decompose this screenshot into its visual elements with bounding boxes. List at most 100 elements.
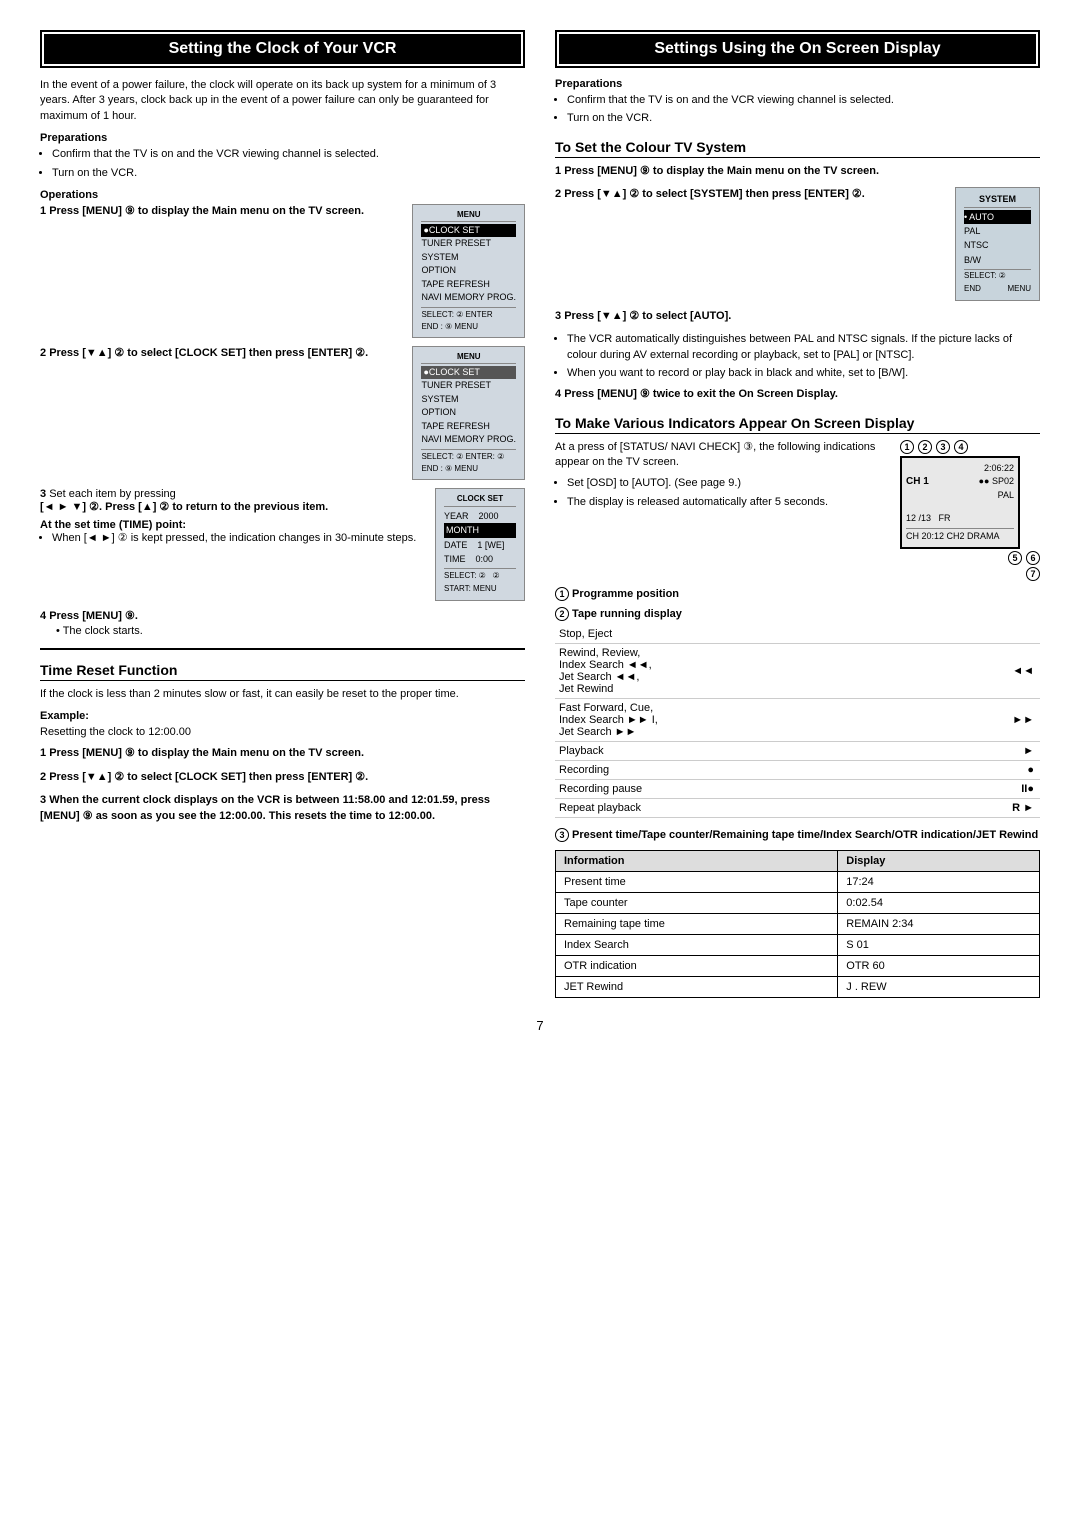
colour-step-3: 3 Press [▼▲] ② to select [AUTO]. <box>555 309 1040 324</box>
ann-4: 4 <box>954 440 968 454</box>
sys-footer: SELECT: ② <box>964 269 1031 283</box>
ind-note-2: The display is released automatically af… <box>567 495 888 510</box>
time-reset-intro: If the clock is less than 2 minutes slow… <box>40 687 525 702</box>
ann-1: 1 <box>900 440 914 454</box>
present-time-label: 3 Present time/Tape counter/Remaining ta… <box>555 828 1040 842</box>
indicators-text: At a press of [STATUS/ NAVI CHECK] ③, th… <box>555 440 888 517</box>
tape-sym-2: ►► <box>929 699 1041 742</box>
step-4-sub: • The clock starts. <box>40 624 525 639</box>
osd-top: CH 1 2:06:22 ●● SP02 PAL <box>906 462 1014 503</box>
info-info-1: Tape counter <box>556 893 838 914</box>
left-intro: In the event of a power failure, the clo… <box>40 78 525 124</box>
tape-table: Stop, Eject Rewind, Review,Index Search … <box>555 625 1040 818</box>
tape-row-5: Recording pause II● <box>555 780 1040 799</box>
tape-desc-0: Stop, Eject <box>555 625 929 644</box>
indicators-intro: At a press of [STATUS/ NAVI CHECK] ③, th… <box>555 440 888 471</box>
preparations-label-right: Preparations <box>555 78 1040 90</box>
menu-screen-1: MENU ●CLOCK SET TUNER PRESET SYSTEM OPTI… <box>412 204 525 338</box>
annotations-right: 5 6 <box>900 551 1040 565</box>
colour-step-1: 1 Press [MENU] ⑨ to display the Main men… <box>555 164 1040 179</box>
ann-5: 5 <box>1008 551 1022 565</box>
sys-title: SYSTEM <box>964 192 1031 207</box>
example-label: Example: <box>40 710 525 722</box>
step-4: 4 Press [MENU] ⑨. • The clock starts. <box>40 609 525 640</box>
step-3-notes: When [◄ ►] ② is kept pressed, the indica… <box>40 531 427 546</box>
info-row-2: Remaining tape time REMAIN 2:34 <box>556 914 1040 935</box>
tape-row-4: Recording ● <box>555 761 1040 780</box>
info-info-4: OTR indication <box>556 956 838 977</box>
tape-desc-3: Playback <box>555 742 929 761</box>
info-header-display: Display <box>838 851 1040 872</box>
operations-label: Operations <box>40 189 525 201</box>
info-display-2: REMAIN 2:34 <box>838 914 1040 935</box>
info-display-5: J . REW <box>838 977 1040 998</box>
tr-step-1: 1 Press [MENU] ⑨ to display the Main men… <box>40 746 525 761</box>
info-info-2: Remaining tape time <box>556 914 838 935</box>
osd-bottom: 12 /13 FR <box>906 512 1014 526</box>
tr-step-2: 2 Press [▼▲] ② to select [CLOCK SET] the… <box>40 770 525 785</box>
osd-ch2: CH 20:12 CH2 DRAMA <box>906 528 1014 544</box>
colour-step-2-row: 2 Press [▼▲] ② to select [SYSTEM] then p… <box>555 187 1040 301</box>
tape-desc-6: Repeat playback <box>555 799 929 818</box>
osd-spep: ●● SP02 <box>979 475 1014 489</box>
annotations-7: 7 <box>900 567 1040 581</box>
step-1-desc: Press [MENU] ⑨ to display the Main menu … <box>49 205 364 217</box>
sys-footer2: ENDMENU <box>964 283 1031 296</box>
tape-row-2: Fast Forward, Cue,Index Search ►► I,Jet … <box>555 699 1040 742</box>
tape-sym-1: ◄◄ <box>929 644 1041 699</box>
auto-notes: The VCR automatically distinguishes betw… <box>555 332 1040 381</box>
step-3-row: 3 Set each item by pressing [◄ ► ▼] ②. P… <box>40 488 525 601</box>
step-4-text: Press [MENU] ⑨. <box>49 610 138 622</box>
page-number: 7 <box>40 1018 1040 1033</box>
right-prep-1: Confirm that the TV is on and the VCR vi… <box>567 93 1040 108</box>
step-2-desc: Press [▼▲] ② to select [CLOCK SET] then … <box>49 347 368 359</box>
sys-pal: PAL <box>964 224 1031 238</box>
tape-desc-4: Recording <box>555 761 929 780</box>
info-info-0: Present time <box>556 872 838 893</box>
auto-note-2: When you want to record or play back in … <box>567 366 1040 381</box>
system-screen: SYSTEM • AUTO PAL NTSC B/W SELECT: ② END… <box>955 187 1040 301</box>
colour-step-1-text: Press [MENU] ⑨ to display the Main menu … <box>564 165 879 177</box>
right-section-border: Settings Using the On Screen Display <box>555 30 1040 68</box>
tape-sym-3: ► <box>929 742 1041 761</box>
menu-screen-2: MENU ●CLOCK SET TUNER PRESET SYSTEM OPTI… <box>412 346 525 480</box>
tr-step-3: 3 When the current clock displays on the… <box>40 793 525 824</box>
colour-step-2-text: 2 Press [▼▲] ② to select [SYSTEM] then p… <box>555 187 947 200</box>
preparations-label-left: Preparations <box>40 132 525 144</box>
info-display-3: S 01 <box>838 935 1040 956</box>
tape-row-0: Stop, Eject <box>555 625 1040 644</box>
tape-sym-0 <box>929 625 1041 644</box>
osd-date: 12 /13 FR <box>906 512 951 526</box>
tape-sym-6: R ► <box>929 799 1041 818</box>
tape-desc-5: Recording pause <box>555 780 929 799</box>
osd-diagram: CH 1 2:06:22 ●● SP02 PAL 12 /13 FR CH 20… <box>900 456 1020 550</box>
step-1-text: 1 Press [MENU] ⑨ to display the Main men… <box>40 204 404 217</box>
tape-desc-1: Rewind, Review,Index Search ◄◄,Jet Searc… <box>555 644 929 699</box>
ind-note-1: Set [OSD] to [AUTO]. (See page 9.) <box>567 476 888 491</box>
info-row-1: Tape counter 0:02.54 <box>556 893 1040 914</box>
tr-step-1-text: Press [MENU] ⑨ to display the Main menu … <box>49 747 364 759</box>
colour-tv-title: To Set the Colour TV System <box>555 139 1040 158</box>
osd-time: 2:06:22 <box>979 462 1014 476</box>
colour-step-3-text: Press [▼▲] ② to select [AUTO]. <box>564 310 731 322</box>
osd-ch: CH 1 <box>906 474 929 489</box>
osd-diagram-container: 1 2 3 4 CH 1 2:06:22 ●● SP02 PAL <box>900 440 1040 582</box>
colour-step-4: 4 Press [MENU] ⑨ twice to exit the On Sc… <box>555 387 1040 402</box>
step-2-row: 2 Press [▼▲] ② to select [CLOCK SET] the… <box>40 346 525 480</box>
info-info-5: JET Rewind <box>556 977 838 998</box>
left-section-border: Setting the Clock of Your VCR <box>40 30 525 68</box>
ann-7: 7 <box>1026 567 1040 581</box>
info-row-5: JET Rewind J . REW <box>556 977 1040 998</box>
example-text: Resetting the clock to 12:00.00 <box>40 725 525 740</box>
auto-note-1: The VCR automatically distinguishes betw… <box>567 332 1040 363</box>
step-3-desc: Set each item by pressing [◄ ► ▼] ②. Pre… <box>40 488 328 513</box>
tape-row-1: Rewind, Review,Index Search ◄◄,Jet Searc… <box>555 644 1040 699</box>
circle-2-tape: 2 <box>555 607 569 621</box>
sys-ntsc: NTSC <box>964 238 1031 252</box>
tape-desc-2: Fast Forward, Cue,Index Search ►► I,Jet … <box>555 699 929 742</box>
info-header-row: Information Display <box>556 851 1040 872</box>
ann-6: 6 <box>1026 551 1040 565</box>
time-reset-title: Time Reset Function <box>40 662 525 681</box>
prep-item-2: Turn on the VCR. <box>52 166 525 181</box>
osd-right-top: 2:06:22 ●● SP02 PAL <box>979 462 1014 503</box>
